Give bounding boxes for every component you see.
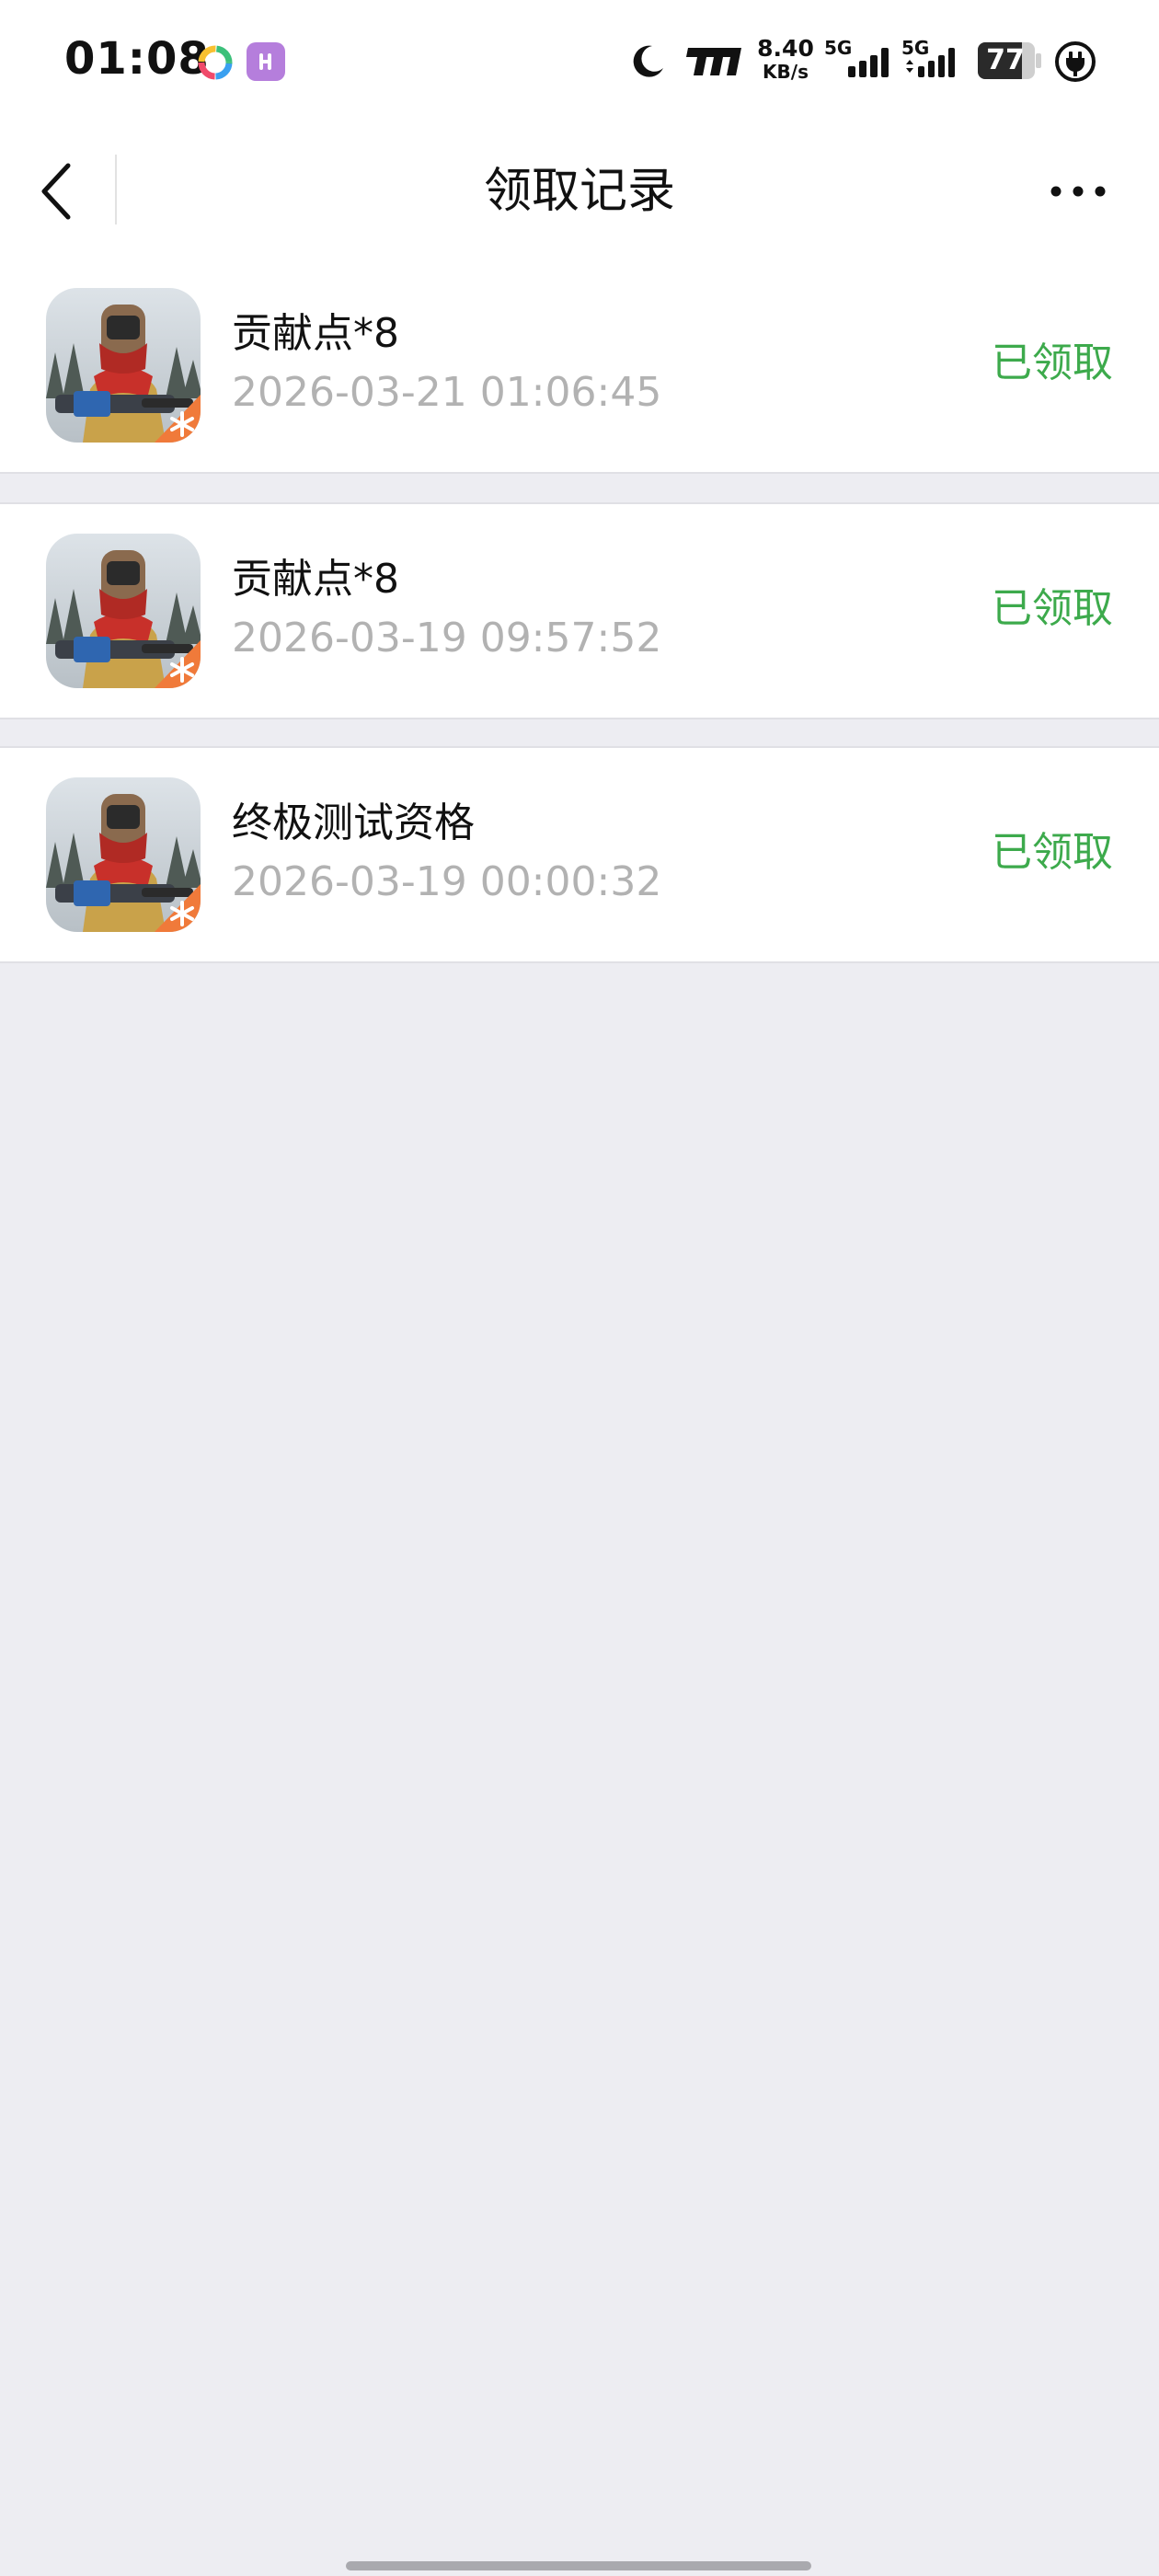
game-app-icon [46,534,201,688]
home-indicator[interactable] [346,2561,811,2570]
colorful-app-notification-icon [198,45,233,80]
network-speed-value: 8.40 [757,35,814,62]
sim2-signal-icon [906,48,955,77]
record-time: 2026-03-19 00:00:32 [232,858,662,905]
status-claimed: 已领取 [992,585,1113,632]
record-time: 2026-03-21 01:06:45 [232,369,662,416]
record-name: 贡献点*8 [232,310,399,357]
status-time: 01:08 [64,33,210,85]
charging-plug-icon [1055,41,1096,82]
record-item[interactable]: 贡献点*8 2026-03-19 09:57:52 已领取 [0,502,1159,719]
battery-level: 77 [986,44,1025,76]
record-time: 2026-03-19 09:57:52 [232,615,662,661]
status-claimed: 已领取 [992,829,1113,876]
sim1-signal-icon [848,48,889,77]
nav-divider [115,155,117,224]
status-bar: 01:08 8.40 KB/s 5G 5G 77 [0,0,1159,125]
network-speed-unit: KB/s [763,61,809,83]
network-speed: 8.40 KB/s [757,37,814,81]
game-app-icon [46,777,201,932]
status-claimed: 已领取 [992,339,1113,386]
back-button[interactable] [28,158,86,224]
record-name: 贡献点*8 [232,556,399,603]
more-dots-icon[interactable] [1039,166,1117,217]
moon-icon [633,45,663,77]
record-name: 终极测试资格 [232,799,475,846]
purple-app-notification-icon [247,42,285,81]
nav-bar: 领取记录 [0,125,1159,259]
brand-icon [686,48,741,75]
record-item[interactable]: 终极测试资格 2026-03-19 00:00:32 已领取 [0,746,1159,963]
page-title: 领取记录 [483,164,675,219]
record-item[interactable]: 贡献点*8 2026-03-21 01:06:45 已领取 [0,259,1159,474]
game-app-icon [46,288,201,443]
